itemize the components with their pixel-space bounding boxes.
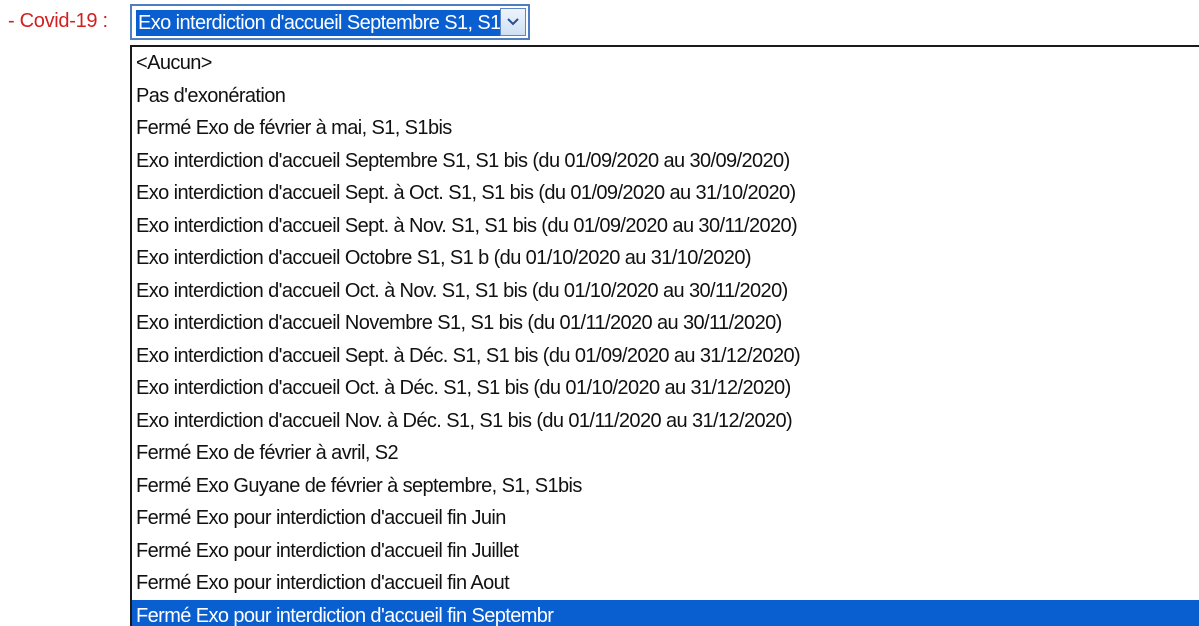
dropdown-option[interactable]: <Aucun> xyxy=(132,47,1199,80)
dropdown-option[interactable]: Fermé Exo pour interdiction d'accueil fi… xyxy=(132,502,1199,535)
dropdown-option[interactable]: Exo interdiction d'accueil Oct. à Déc. S… xyxy=(132,372,1199,405)
dropdown-toggle-button[interactable] xyxy=(500,8,526,36)
dropdown-option[interactable]: Fermé Exo de février à mai, S1, S1bis xyxy=(132,112,1199,145)
dropdown-option[interactable]: Exo interdiction d'accueil Septembre S1,… xyxy=(132,145,1199,178)
dropdown-option[interactable]: Exo interdiction d'accueil Sept. à Oct. … xyxy=(132,177,1199,210)
dropdown-option[interactable]: Fermé Exo de février à avril, S2 xyxy=(132,437,1199,470)
dropdown-option[interactable]: Fermé Exo Guyane de février à septembre,… xyxy=(132,470,1199,503)
chevron-down-icon xyxy=(507,18,519,26)
dropdown-option[interactable]: Exo interdiction d'accueil Sept. à Nov. … xyxy=(132,210,1199,243)
form-area: - Covid-19 : Exo interdiction d'accueil … xyxy=(0,0,1199,626)
dropdown-option[interactable]: Exo interdiction d'accueil Novembre S1, … xyxy=(132,307,1199,340)
dropdown-option[interactable]: Fermé Exo pour interdiction d'accueil fi… xyxy=(132,535,1199,568)
dropdown-option[interactable]: Fermé Exo pour interdiction d'accueil fi… xyxy=(132,567,1199,600)
dropdown-option[interactable]: Exo interdiction d'accueil Sept. à Déc. … xyxy=(132,340,1199,373)
covid19-combobox[interactable]: Exo interdiction d'accueil Septembre S1,… xyxy=(130,4,530,40)
dropdown-list[interactable]: <Aucun> Pas d'exonération Fermé Exo de fév… xyxy=(130,45,1199,626)
combobox-selected-value[interactable]: Exo interdiction d'accueil Septembre S1,… xyxy=(136,10,500,36)
dropdown-option[interactable]: Exo interdiction d'accueil Octobre S1, S… xyxy=(132,242,1199,275)
dropdown-option[interactable]: Exo interdiction d'accueil Oct. à Nov. S… xyxy=(132,275,1199,308)
dropdown-option-highlighted[interactable]: Fermé Exo pour interdiction d'accueil fi… xyxy=(132,599,1199,626)
dropdown-option[interactable]: Pas d'exonération xyxy=(132,80,1199,113)
covid19-label: - Covid-19 : xyxy=(8,10,108,32)
dropdown-option[interactable]: Exo interdiction d'accueil Nov. à Déc. S… xyxy=(132,405,1199,438)
